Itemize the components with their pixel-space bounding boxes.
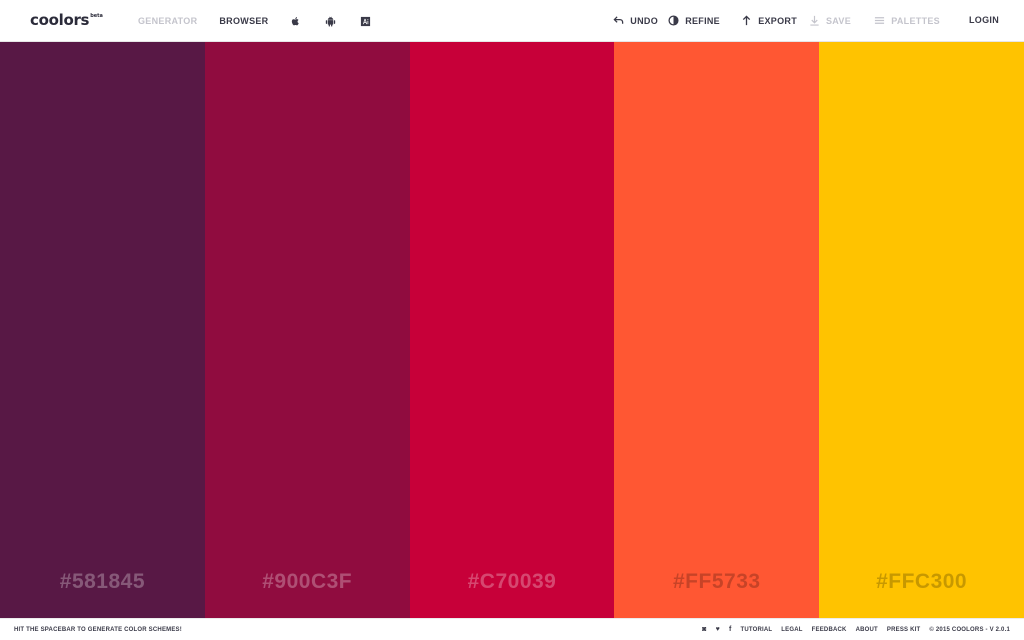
export-icon	[741, 15, 752, 26]
adobe-icon	[360, 16, 371, 27]
hex-label[interactable]: #FF5733	[614, 570, 819, 594]
hex-label[interactable]: #C70039	[410, 570, 615, 594]
login-button[interactable]: LOGIN	[969, 15, 999, 25]
refine-icon	[668, 15, 679, 26]
apple-icon	[290, 16, 301, 27]
color-swatch-1[interactable]: #581845	[0, 42, 205, 618]
top-bar: coolorsbeta GENERATOR BROWSER UNDO REFIN…	[0, 0, 1024, 42]
list-icon	[874, 15, 885, 26]
color-swatch-4[interactable]: #FF5733	[614, 42, 820, 618]
color-swatch-5[interactable]: #FFC300	[819, 42, 1024, 618]
nav-left: GENERATOR BROWSER	[138, 0, 395, 42]
copyright: © 2015 COOLORS - V 2.0.1	[929, 626, 1010, 633]
footer-link-feedback[interactable]: FEEDBACK	[812, 627, 847, 633]
undo-icon	[613, 15, 624, 26]
logo-text: coolors	[30, 11, 90, 29]
logo-mark: beta	[90, 13, 103, 19]
undo-button[interactable]: UNDO	[613, 15, 658, 26]
logo[interactable]: coolorsbeta	[30, 11, 103, 29]
apple-link[interactable]	[290, 16, 301, 27]
color-swatch-3[interactable]: #C70039	[409, 42, 615, 618]
facebook-icon[interactable]: f	[729, 626, 732, 633]
footer-links: ◙ ♥ f TUTORIAL LEGAL FEEDBACK ABOUT PRES…	[702, 626, 1010, 633]
footer-link-press-kit[interactable]: PRESS KIT	[887, 627, 920, 633]
android-icon	[325, 16, 336, 27]
nav-browser[interactable]: BROWSER	[219, 16, 268, 26]
refine-button[interactable]: REFINE	[668, 15, 720, 26]
palettes-button[interactable]: PALETTES	[874, 15, 940, 26]
spacebar-hint: HIT THE SPACEBAR TO GENERATE COLOR SCHEM…	[14, 627, 182, 633]
hex-label[interactable]: #581845	[0, 570, 205, 594]
footer: HIT THE SPACEBAR TO GENERATE COLOR SCHEM…	[0, 618, 1024, 640]
palette-columns: #581845 #900C3F #C70039 #FF5733 #FFC300	[0, 42, 1024, 618]
nav-generator[interactable]: GENERATOR	[138, 16, 197, 26]
export-button[interactable]: EXPORT	[741, 15, 797, 26]
footer-link-legal[interactable]: LEGAL	[781, 627, 802, 633]
save-icon	[809, 15, 820, 26]
footer-link-about[interactable]: ABOUT	[856, 627, 878, 633]
twitter-icon[interactable]: ♥	[716, 626, 720, 633]
footer-link-tutorial[interactable]: TUTORIAL	[740, 627, 772, 633]
adobe-link[interactable]	[360, 16, 371, 27]
hex-label[interactable]: #900C3F	[205, 570, 410, 594]
hex-label[interactable]: #FFC300	[819, 570, 1024, 594]
instagram-icon[interactable]: ◙	[702, 626, 706, 633]
android-link[interactable]	[325, 16, 336, 27]
save-button[interactable]: SAVE	[809, 15, 851, 26]
color-swatch-2[interactable]: #900C3F	[204, 42, 410, 618]
